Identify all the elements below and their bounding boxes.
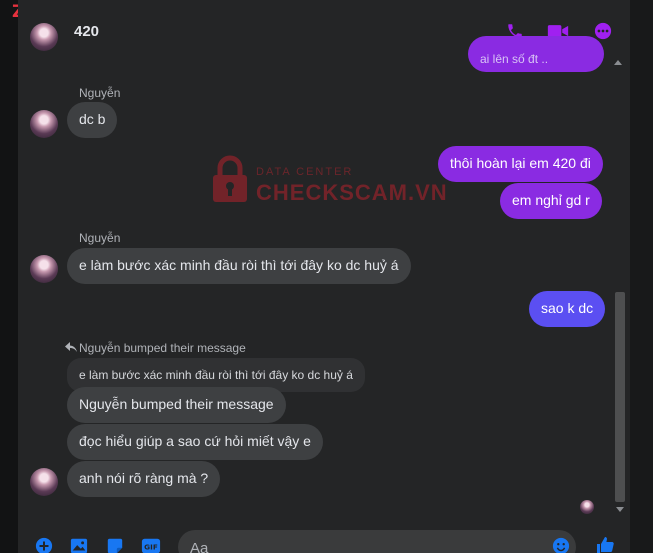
- message-text: anh nói rõ ràng mà ?: [79, 470, 209, 486]
- message-incoming[interactable]: đọc hiểu giúp a sao cứ hỏi miết vậy e: [67, 424, 323, 460]
- message-incoming[interactable]: Nguyễn bumped their message: [67, 387, 286, 423]
- message-input-placeholder: Aa: [190, 540, 209, 553]
- watermark-line2: CHECKSCAM.VN: [256, 180, 448, 205]
- gif-icon[interactable]: GIF: [141, 537, 161, 553]
- message-text: ai lên số đt ..: [480, 52, 549, 66]
- message-outgoing-partial[interactable]: ai lên số đt ..: [468, 36, 604, 72]
- message-text: đọc hiểu giúp a sao cứ hỏi miết vậy e: [79, 433, 311, 449]
- sticker-icon[interactable]: [106, 537, 124, 553]
- reply-arrow-icon: [65, 341, 79, 355]
- message-text: em nghỉ gd r: [512, 192, 590, 208]
- plus-icon[interactable]: [35, 537, 53, 553]
- message-incoming[interactable]: e làm bước xác minh đầu ròi thì tới đây …: [67, 248, 411, 284]
- chat-window: 420 ai lên số đt .. DATA CENTER CHECKSCA…: [18, 0, 630, 553]
- contact-avatar[interactable]: [30, 468, 58, 496]
- message-outgoing[interactable]: thôi hoàn lại em 420 đi: [438, 146, 603, 182]
- scrollbar-thumb[interactable]: [615, 292, 625, 502]
- chat-title[interactable]: 420: [74, 23, 99, 40]
- contact-avatar[interactable]: [30, 110, 58, 138]
- bumped-note-text: Nguyễn bumped their message: [79, 341, 246, 355]
- contact-avatar[interactable]: [30, 23, 58, 51]
- message-input[interactable]: [178, 530, 576, 553]
- message-incoming[interactable]: anh nói rõ ràng mà ?: [67, 461, 221, 497]
- message-text: e làm bước xác minh đầu ròi thì tới đây …: [79, 257, 399, 273]
- bumped-note: Nguyễn bumped their message: [65, 341, 246, 355]
- lock-icon: [213, 155, 247, 202]
- message-text: Nguyễn bumped their message: [79, 396, 274, 412]
- left-strip: [0, 0, 18, 553]
- sender-name: Nguyễn: [79, 86, 121, 100]
- seen-receipt-avatar: [580, 500, 594, 514]
- message-text: dc b: [79, 111, 106, 127]
- emoji-icon[interactable]: [552, 537, 570, 553]
- message-text: sao k dc: [541, 300, 594, 316]
- message-outgoing[interactable]: sao k dc: [529, 291, 606, 327]
- svg-text:GIF: GIF: [144, 543, 158, 552]
- message-incoming[interactable]: dc b: [67, 102, 118, 138]
- scroll-down-arrow-icon[interactable]: [616, 507, 624, 512]
- message-outgoing[interactable]: em nghỉ gd r: [500, 183, 602, 219]
- like-icon[interactable]: [595, 535, 615, 553]
- contact-avatar[interactable]: [30, 255, 58, 283]
- watermark-line1: DATA CENTER: [256, 166, 354, 178]
- sender-name: Nguyễn: [79, 231, 121, 245]
- quoted-text: e làm bước xác minh đầu ròi thì tới đây …: [79, 368, 353, 382]
- message-text: thôi hoàn lại em 420 đi: [450, 155, 591, 171]
- image-icon[interactable]: [70, 537, 88, 553]
